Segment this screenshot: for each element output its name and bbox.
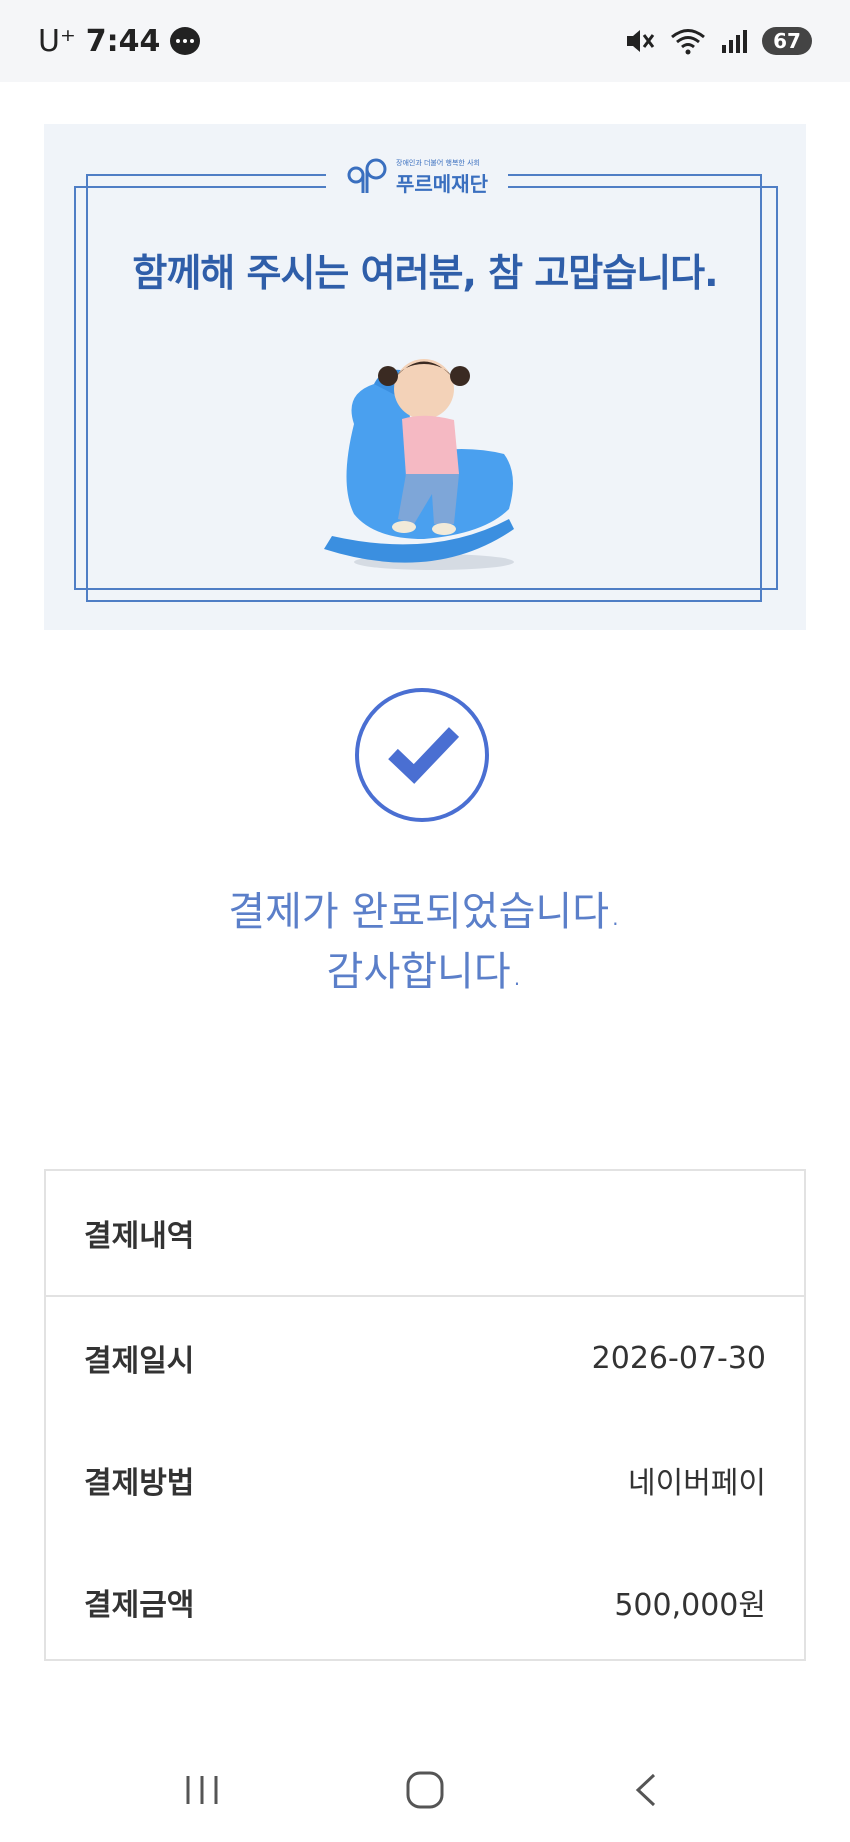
row-value: 2026-07-30: [591, 1340, 766, 1376]
thank-you-banner: 장애인과 더불어 행복한 사회 푸르메재단 함께해 주시는 여러분, 참 고맙습…: [44, 124, 806, 630]
check-circle-icon: [355, 688, 489, 822]
row-payment-amount: 결제금액 500,000원: [46, 1541, 804, 1663]
system-nav-bar: [0, 1738, 850, 1842]
logo-tagline: 장애인과 더불어 행복한 사회: [396, 158, 480, 167]
child-rocking-horse-illustration: [324, 359, 514, 570]
row-label: 결제금액: [84, 1588, 195, 1623]
payment-details-title: 결제내역: [46, 1171, 804, 1297]
status-bar: U⁺ 7:44 67: [0, 0, 850, 82]
clock: 7:44: [85, 23, 161, 59]
recent-apps-icon[interactable]: [172, 1760, 232, 1820]
row-value: 네이버페이: [628, 1466, 766, 1501]
row-label: 결제일시: [84, 1344, 195, 1379]
status-left: U⁺ 7:44: [38, 23, 201, 59]
foundation-logo: 장애인과 더불어 행복한 사회 푸르메재단: [326, 154, 508, 200]
mute-icon: [627, 30, 655, 52]
signal-icon: [722, 30, 747, 53]
battery-icon: 67: [762, 27, 812, 55]
row-payment-date: 결제일시 2026-07-30: [46, 1297, 804, 1419]
home-icon[interactable]: [395, 1760, 455, 1820]
chat-bubble-icon: [170, 27, 201, 55]
status-right: 67: [624, 27, 812, 55]
message-line-2: 감사합니다.: [326, 949, 524, 995]
payment-complete-message: 결제가 완료되었습니다. 감사합니다.: [0, 882, 850, 1002]
back-icon[interactable]: [618, 1760, 678, 1820]
message-line-1: 결제가 완료되었습니다.: [228, 889, 622, 935]
carrier-label: U⁺: [38, 23, 76, 59]
wifi-icon: [671, 29, 705, 55]
banner-headline: 함께해 주시는 여러분, 참 고맙습니다.: [132, 251, 718, 295]
payment-details-card: 결제내역 결제일시 2026-07-30 결제방법 네이버페이 결제금액 500…: [44, 1169, 806, 1661]
row-label: 결제방법: [84, 1466, 195, 1501]
row-payment-method: 결제방법 네이버페이: [46, 1419, 804, 1541]
logo-mark-icon: [347, 158, 387, 193]
row-value: 500,000원: [614, 1588, 766, 1623]
logo-name: 푸르메재단: [396, 171, 488, 196]
